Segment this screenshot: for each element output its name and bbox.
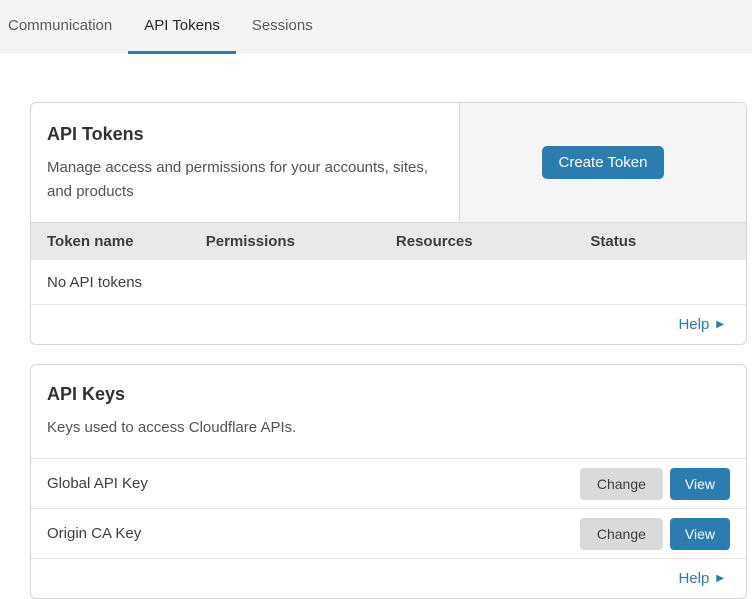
api-tokens-help-link[interactable]: Help ▶ bbox=[678, 316, 724, 333]
api-keys-description: Keys used to access Cloudflare APIs. bbox=[47, 416, 730, 440]
tokens-table-header: Token name Permissions Resources Status bbox=[31, 222, 746, 260]
api-keys-card-header: API Keys Keys used to access Cloudflare … bbox=[31, 365, 746, 458]
help-link-label: Help bbox=[678, 316, 709, 333]
tab-communication[interactable]: Communication bbox=[0, 0, 128, 54]
tokens-empty-row: No API tokens bbox=[31, 260, 746, 304]
api-tokens-card-header-text: API Tokens Manage access and permissions… bbox=[31, 103, 459, 222]
column-header-status: Status bbox=[574, 233, 746, 250]
tokens-empty-message: No API tokens bbox=[47, 274, 142, 291]
api-tokens-description: Manage access and permissions for your a… bbox=[47, 156, 439, 204]
api-tokens-title: API Tokens bbox=[47, 124, 439, 145]
tab-api-tokens[interactable]: API Tokens bbox=[128, 0, 236, 54]
view-global-api-key-button[interactable]: View bbox=[670, 468, 730, 500]
column-header-token-name: Token name bbox=[31, 233, 190, 250]
api-keys-help-link[interactable]: Help ▶ bbox=[678, 570, 724, 587]
api-tokens-card: API Tokens Manage access and permissions… bbox=[30, 102, 747, 345]
help-link-label: Help bbox=[678, 570, 709, 587]
create-token-button[interactable]: Create Token bbox=[542, 146, 665, 179]
api-tokens-card-header: API Tokens Manage access and permissions… bbox=[31, 103, 746, 222]
column-header-resources: Resources bbox=[380, 233, 574, 250]
api-tokens-card-action-panel: Create Token bbox=[459, 103, 746, 222]
api-tokens-card-footer: Help ▶ bbox=[31, 304, 746, 344]
api-key-label-global: Global API Key bbox=[47, 475, 580, 492]
column-header-permissions: Permissions bbox=[190, 233, 380, 250]
view-origin-ca-key-button[interactable]: View bbox=[670, 518, 730, 550]
help-arrow-icon: ▶ bbox=[716, 319, 724, 330]
change-origin-ca-key-button[interactable]: Change bbox=[580, 518, 663, 550]
api-key-label-origin-ca: Origin CA Key bbox=[47, 525, 580, 542]
tab-sessions[interactable]: Sessions bbox=[236, 0, 329, 54]
tab-bar: Communication API Tokens Sessions bbox=[0, 0, 752, 54]
api-key-row-global: Global API Key Change View bbox=[31, 458, 746, 508]
api-keys-title: API Keys bbox=[47, 384, 730, 405]
help-arrow-icon: ▶ bbox=[716, 573, 724, 584]
api-key-row-origin-ca: Origin CA Key Change View bbox=[31, 508, 746, 558]
api-keys-card-footer: Help ▶ bbox=[31, 558, 746, 598]
main-content: API Tokens Manage access and permissions… bbox=[30, 102, 747, 599]
change-global-api-key-button[interactable]: Change bbox=[580, 468, 663, 500]
api-keys-card: API Keys Keys used to access Cloudflare … bbox=[30, 364, 747, 599]
